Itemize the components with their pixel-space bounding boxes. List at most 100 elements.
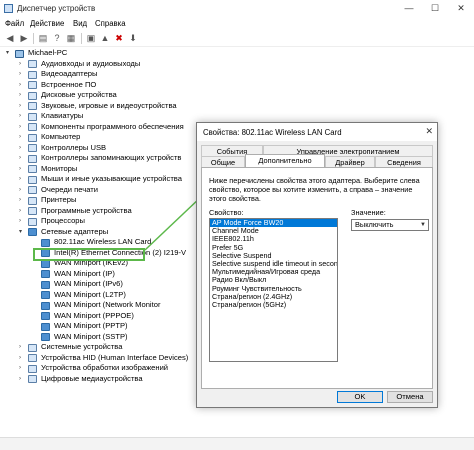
menu-view[interactable]: Вид: [73, 19, 87, 28]
chevron-down-icon[interactable]: ▾: [19, 227, 27, 238]
properties-dialog: Свойства: 802.11ac Wireless LAN Card ✕ С…: [196, 122, 438, 408]
tab-general[interactable]: Общие: [201, 156, 245, 167]
chevron-right-icon[interactable]: ›: [19, 111, 27, 122]
menu-file[interactable]: Файл: [5, 19, 24, 28]
device-category-icon: [28, 123, 37, 131]
chevron-right-icon[interactable]: ›: [19, 101, 27, 112]
chevron-right-icon[interactable]: ›: [19, 174, 27, 185]
tree-item-label: Процессоры: [41, 216, 85, 225]
close-button[interactable]: ✕: [448, 0, 474, 17]
maximize-button[interactable]: ☐: [422, 0, 448, 17]
properties-icon[interactable]: ▤: [37, 33, 49, 44]
device-category-icon: [28, 364, 37, 373]
device-category-icon: [28, 112, 37, 121]
tab-driver[interactable]: Драйвер: [325, 156, 375, 167]
computer-icon: [15, 49, 24, 58]
dialog-close-button[interactable]: ✕: [425, 126, 433, 137]
chevron-right-icon[interactable]: ›: [19, 153, 27, 164]
menu-help[interactable]: Справка: [95, 19, 126, 28]
tree-category[interactable]: › Встроенное ПО: [0, 80, 474, 91]
tree-item-label: Michael-PC: [28, 48, 68, 57]
tree-item-label: Устройства HID (Human Interface Devices): [41, 352, 189, 362]
tree-item-label: Мыши и иные указывающие устройства: [41, 174, 182, 183]
device-category-icon: [28, 196, 37, 205]
tree-category[interactable]: › Звуковые, игровые и видеоустройства: [0, 101, 474, 112]
tree-item-label: Компьютер: [41, 132, 81, 141]
chevron-right-icon[interactable]: ›: [19, 69, 27, 80]
dialog-title: Свойства: 802.11ac Wireless LAN Card: [203, 128, 342, 137]
property-list[interactable]: AP Mode Force BW20 Channel Mode IEEE802.11…: [209, 218, 338, 362]
tab-details[interactable]: Сведения: [375, 156, 433, 167]
device-category-icon: [28, 375, 37, 383]
tree-item-label: 802.11ac Wireless LAN Card: [54, 237, 152, 246]
tree-item-label: WAN Miniport (PPTP): [54, 321, 128, 330]
tree-category[interactable]: › Аудиовходы и аудиовыходы: [0, 59, 474, 70]
update-icon[interactable]: ▦: [65, 33, 77, 44]
download-icon[interactable]: ⬇: [127, 33, 139, 44]
chevron-right-icon[interactable]: ›: [19, 59, 27, 70]
chevron-right-icon[interactable]: ›: [19, 206, 27, 217]
device-category-icon: [28, 154, 37, 163]
network-adapter-icon: [41, 280, 50, 289]
tree-item-label: Аудиовходы и аудиовыходы: [41, 58, 141, 68]
device-category-icon: [28, 175, 37, 184]
network-adapter-icon: [41, 333, 50, 341]
remove-icon[interactable]: ✖: [113, 33, 125, 44]
device-category-icon: [28, 186, 37, 194]
chevron-right-icon[interactable]: ›: [19, 363, 27, 374]
chevron-right-icon[interactable]: ›: [19, 132, 27, 143]
minimize-button[interactable]: —: [396, 0, 422, 17]
tab-row-bottom: Общие Дополнительно Драйвер Сведения: [201, 154, 433, 167]
tree-item-label: WAN Miniport (PPPOE): [54, 310, 134, 320]
tree-item-label: WAN Miniport (SSTP): [54, 331, 128, 341]
chevron-right-icon[interactable]: ›: [19, 342, 27, 353]
value-select[interactable]: Выключить ▼: [351, 219, 429, 231]
update-driver-icon[interactable]: ▲: [99, 33, 111, 44]
horizontal-scrollbar[interactable]: [0, 409, 474, 419]
device-category-icon: [28, 217, 37, 226]
chevron-right-icon[interactable]: ›: [19, 122, 27, 133]
advanced-tab-panel: Ниже перечислены свойства этого адаптера…: [201, 167, 433, 389]
network-adapter-icon: [41, 301, 50, 310]
tree-category[interactable]: › Видеоадаптеры: [0, 69, 474, 80]
tree-item-label: WAN Miniport (IPv6): [54, 279, 123, 288]
toolbar: ◀ ▶ ▤ ? ▦ ▣ ▲ ✖ ⬇: [0, 30, 474, 47]
chevron-right-icon[interactable]: ›: [19, 374, 27, 385]
chevron-down-icon[interactable]: ▾: [6, 48, 14, 59]
tree-category[interactable]: › Клавиатуры: [0, 111, 474, 122]
property-label: Свойство:: [209, 208, 244, 217]
device-category-icon: [28, 81, 37, 89]
menu-bar: Файл Действие Вид Справка: [0, 17, 474, 30]
tree-item-label: Мониторы: [41, 163, 78, 173]
device-manager-icon: [4, 4, 13, 13]
value-label: Значение:: [351, 208, 386, 217]
chevron-right-icon[interactable]: ›: [19, 353, 27, 364]
tree-category[interactable]: › Дисковые устройства: [0, 90, 474, 101]
description-text: Ниже перечислены свойства этого адаптера…: [209, 176, 420, 203]
device-category-icon: [28, 102, 37, 110]
cancel-button[interactable]: Отмена: [387, 391, 433, 403]
chevron-right-icon[interactable]: ›: [19, 164, 27, 175]
help-icon[interactable]: ?: [51, 33, 63, 44]
tree-item-label: Цифровые медиаустройства: [41, 373, 143, 383]
chevron-right-icon[interactable]: ›: [19, 185, 27, 196]
tree-item-label: Клавиатуры: [41, 111, 84, 120]
ok-button[interactable]: OK: [337, 391, 383, 403]
tab-advanced[interactable]: Дополнительно: [245, 154, 325, 167]
menu-action[interactable]: Действие: [30, 19, 64, 28]
chevron-right-icon[interactable]: ›: [19, 143, 27, 154]
property-list-item[interactable]: Страна/регион (5GHz): [210, 300, 337, 309]
network-adapter-icon: [41, 322, 50, 331]
chevron-down-icon: ▼: [420, 222, 426, 228]
tree-item-label: Системные устройства: [41, 342, 123, 351]
chevron-right-icon[interactable]: ›: [19, 216, 27, 227]
chevron-right-icon[interactable]: ›: [19, 90, 27, 101]
back-icon[interactable]: ◀: [4, 33, 16, 44]
forward-icon[interactable]: ▶: [18, 33, 30, 44]
tree-item-label: Очереди печати: [41, 184, 98, 194]
tree-item-label: Сетевые адаптеры: [41, 226, 109, 236]
tree-root[interactable]: ▾ Michael-PC: [0, 48, 474, 59]
chevron-right-icon[interactable]: ›: [19, 195, 27, 206]
scan-icon[interactable]: ▣: [85, 33, 97, 44]
chevron-right-icon[interactable]: ›: [19, 80, 27, 91]
